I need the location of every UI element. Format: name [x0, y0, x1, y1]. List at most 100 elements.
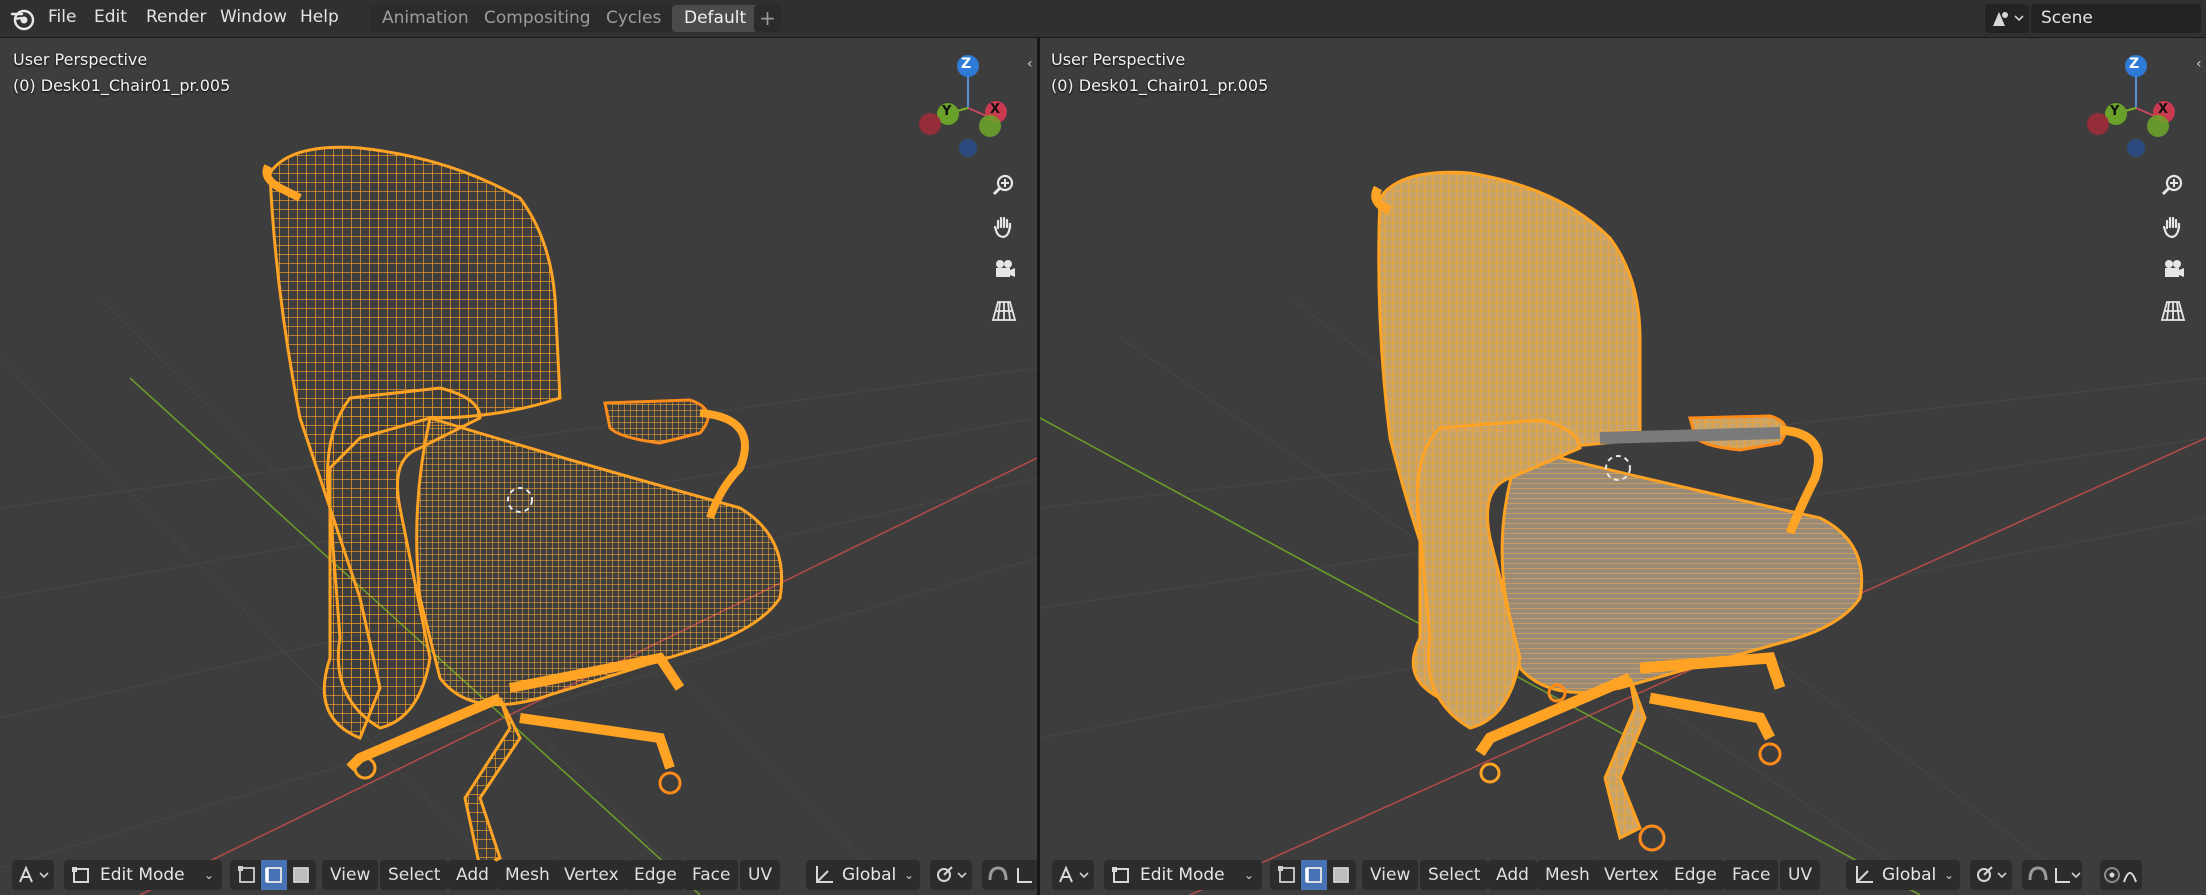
menu-select[interactable]: Select: [380, 860, 449, 890]
view-name-label: User Perspective: [1051, 50, 1186, 69]
edge-select-icon: [1305, 867, 1322, 883]
camera-view-button[interactable]: [2156, 252, 2190, 286]
object-name-label: (0) Desk01_Chair01_pr.005: [13, 76, 231, 95]
wireframe-chair-scene: [0, 145, 1037, 895]
edge-select-icon: [265, 867, 282, 883]
perspective-toggle-button[interactable]: [2156, 294, 2190, 328]
vertex-select-button[interactable]: [234, 860, 260, 890]
navigation-gizmo[interactable]: Z Y X: [912, 48, 1022, 158]
proportional-edit-icon: [2104, 867, 2137, 883]
scene-name-field[interactable]: Scene: [2031, 4, 2201, 33]
pivot-point-button[interactable]: [930, 860, 972, 890]
mode-label: Edit Mode: [1140, 865, 1225, 885]
zoom-button[interactable]: [2156, 168, 2190, 202]
pan-button[interactable]: [2156, 210, 2190, 244]
menu-face[interactable]: Face: [684, 860, 739, 890]
camera-view-button[interactable]: [987, 252, 1021, 286]
region-toggle-icon[interactable]: ‹: [2196, 56, 2202, 72]
chevron-down-icon: ⌄: [1944, 868, 1955, 882]
menu-add[interactable]: Add: [448, 860, 497, 890]
viewport-header: Edit Mode ⌄ View Select Add Mesh Vertex …: [0, 855, 1037, 895]
camera-icon: [2165, 260, 2184, 277]
transform-orientation-icon: [1856, 866, 1873, 883]
chevron-down-icon: ⌄: [204, 868, 215, 882]
view-name-label: User Perspective: [13, 50, 148, 69]
zoom-button[interactable]: [987, 168, 1021, 202]
vertex-select-icon: [238, 866, 255, 883]
menu-edge[interactable]: Edge: [626, 860, 685, 890]
hand-icon: [993, 216, 1012, 239]
grid-perspective-icon: [991, 301, 1017, 321]
snapping-toggle-button[interactable]: [982, 860, 1037, 890]
gizmo-z-label: Z: [2129, 56, 2140, 72]
chevron-down-icon: ⌄: [904, 868, 915, 882]
face-select-icon: [1333, 867, 1349, 883]
orientation-dropdown[interactable]: Global ⌄: [1846, 860, 1960, 890]
edge-select-button[interactable]: [261, 860, 287, 890]
tab-default[interactable]: Default: [672, 5, 759, 32]
pivot-link-icon: [937, 866, 967, 882]
tab-compositing[interactable]: Compositing: [472, 5, 603, 32]
menu-select[interactable]: Select: [1420, 860, 1489, 890]
select-mode-group: [1270, 860, 1356, 890]
menu-add[interactable]: Add: [1488, 860, 1537, 890]
gizmo-z-label: Z: [961, 56, 972, 72]
menu-edit[interactable]: Edit: [86, 0, 135, 37]
editor-type-icon: [1059, 865, 1089, 883]
face-select-button[interactable]: [288, 860, 314, 890]
menu-vertex[interactable]: Vertex: [1596, 860, 1667, 890]
mode-dropdown[interactable]: Edit Mode ⌄: [64, 860, 222, 890]
region-toggle-icon[interactable]: ‹: [1027, 56, 1033, 72]
transform-orientation-icon: [816, 866, 833, 883]
tab-cycles[interactable]: Cycles: [594, 5, 674, 32]
viewport-header: Edit Mode ⌄ View Select Add Mesh Vertex …: [1040, 855, 2206, 895]
editor-type-icon: [19, 865, 49, 883]
gizmo-y-label: Y: [942, 104, 952, 119]
pivot-point-button[interactable]: [1970, 860, 2012, 890]
proportional-editing-button[interactable]: [2100, 860, 2142, 890]
menu-window[interactable]: Window: [212, 0, 295, 37]
menu-vertex[interactable]: Vertex: [556, 860, 627, 890]
menu-uv[interactable]: UV: [1780, 860, 1821, 890]
scene-icon: [1993, 12, 2024, 26]
editor-type-button[interactable]: [12, 860, 54, 890]
zoom-icon: [2161, 174, 2183, 196]
vertex-select-button[interactable]: [1274, 860, 1300, 890]
menu-help[interactable]: Help: [292, 0, 347, 37]
gizmo-x-label: X: [2158, 102, 2169, 117]
menu-file[interactable]: File: [40, 0, 84, 37]
tab-animation[interactable]: Animation: [370, 5, 481, 32]
editor-type-button[interactable]: [1052, 860, 1094, 890]
menu-mesh[interactable]: Mesh: [1537, 860, 1598, 890]
navigation-gizmo[interactable]: Z Y X: [2080, 48, 2190, 158]
orientation-dropdown[interactable]: Global ⌄: [806, 860, 920, 890]
menu-view[interactable]: View: [322, 860, 379, 890]
orientation-label: Global: [1882, 865, 1937, 885]
chair-right-arm: [603, 398, 710, 445]
scene-selector-button[interactable]: [1985, 4, 2029, 33]
object-name-label: (0) Desk01_Chair01_pr.005: [1051, 76, 1269, 95]
solid-chair-scene: [1040, 170, 2206, 895]
pan-button[interactable]: [987, 210, 1021, 244]
edge-select-button[interactable]: [1301, 860, 1327, 890]
viewport-left[interactable]: User Perspective (0) Desk01_Chair01_pr.0…: [0, 38, 1037, 895]
menu-uv[interactable]: UV: [740, 860, 781, 890]
menu-render[interactable]: Render: [138, 0, 215, 37]
edit-mode-icon: [72, 867, 89, 883]
face-select-icon: [293, 867, 309, 883]
face-select-button[interactable]: [1328, 860, 1354, 890]
top-bar: File Edit Render Window Help Animation C…: [0, 0, 2206, 38]
viewport-right[interactable]: User Perspective (0) Desk01_Chair01_pr.0…: [1040, 38, 2206, 895]
gizmo-x-label: X: [990, 102, 1001, 117]
mode-dropdown[interactable]: Edit Mode ⌄: [1104, 860, 1262, 890]
snapping-toggle-button[interactable]: [2022, 860, 2082, 890]
perspective-toggle-button[interactable]: [987, 294, 1021, 328]
vertex-select-icon: [1278, 866, 1295, 883]
add-workspace-button[interactable]: +: [754, 5, 781, 32]
edit-mode-icon: [1112, 867, 1129, 883]
menu-face[interactable]: Face: [1724, 860, 1779, 890]
blender-logo-icon[interactable]: [10, 6, 36, 32]
menu-mesh[interactable]: Mesh: [497, 860, 558, 890]
menu-edge[interactable]: Edge: [1666, 860, 1725, 890]
menu-view[interactable]: View: [1362, 860, 1419, 890]
